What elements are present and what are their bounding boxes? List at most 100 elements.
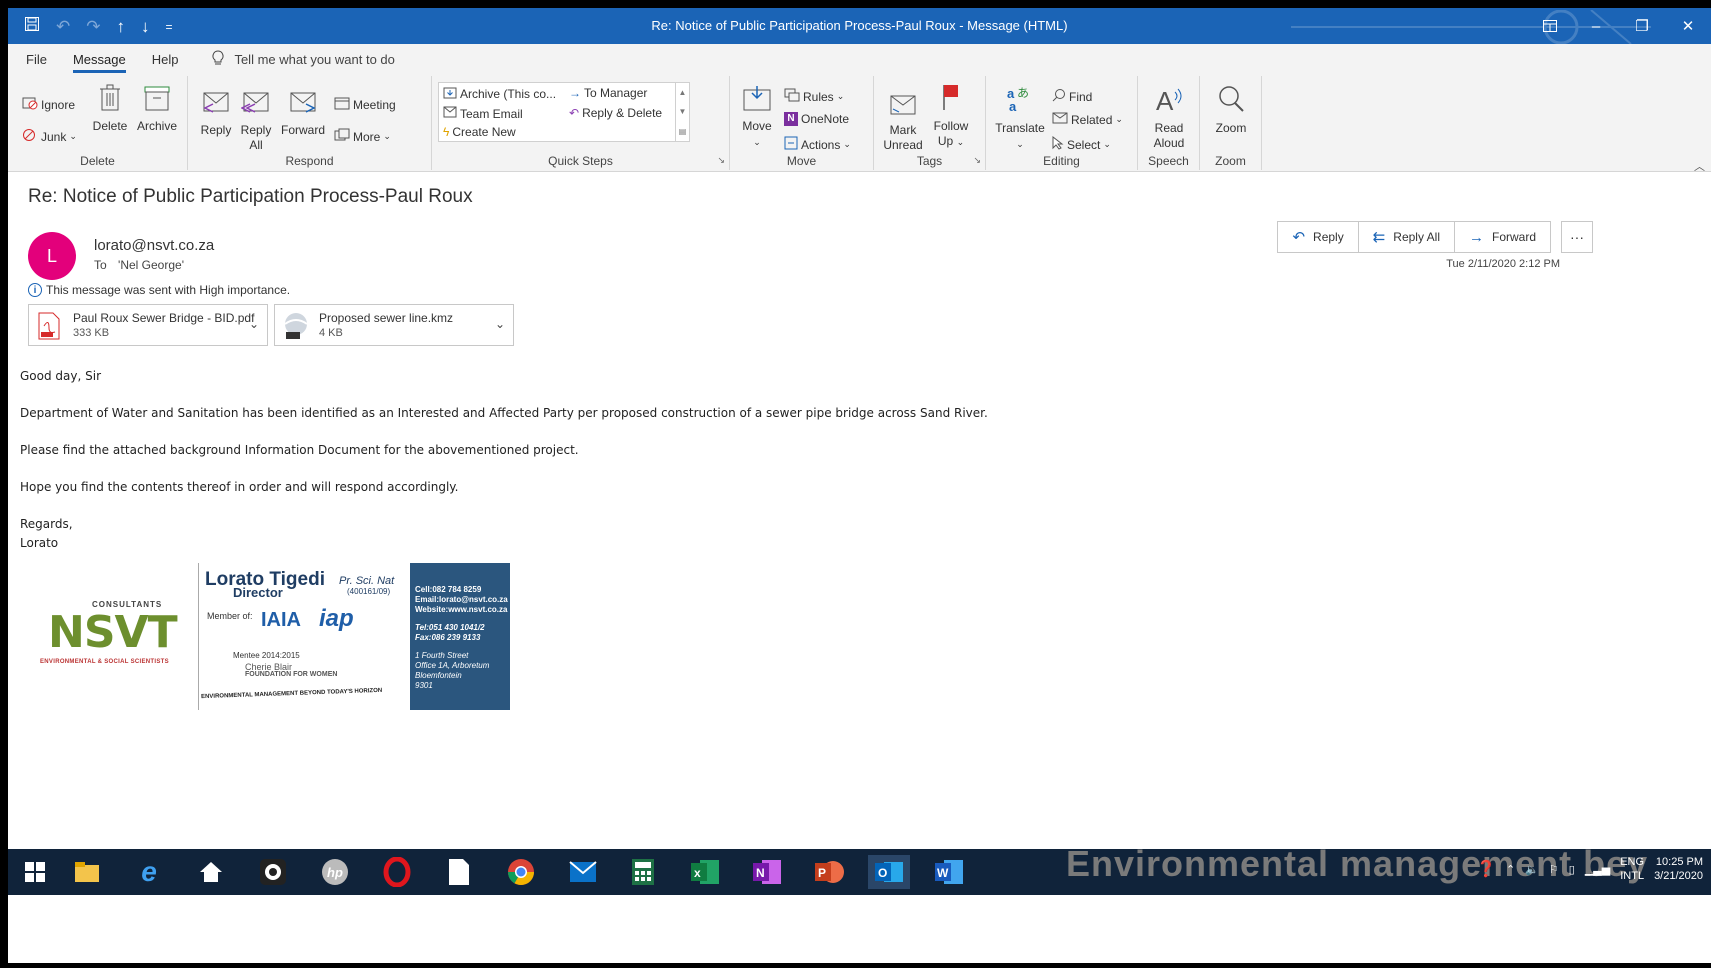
clock-date: 3/21/2020 xyxy=(1654,870,1703,882)
tab-help[interactable]: Help xyxy=(152,48,179,71)
chevron-up-icon[interactable]: ⌃ xyxy=(1506,863,1515,876)
more-actions-button[interactable]: ··· xyxy=(1561,221,1593,253)
junk-button[interactable]: Junk ⌄ xyxy=(22,128,77,145)
contact-website[interactable]: Website:www.nsvt.co.za xyxy=(415,605,507,615)
company-logo-panel: CONSULTANTS NSVT ENVIRONMENTAL & SOCIAL … xyxy=(20,563,196,710)
chevron-down-icon: ⌄ xyxy=(1103,139,1111,149)
select-label: Select xyxy=(1067,137,1101,152)
onenote-button[interactable]: N OneNote xyxy=(784,112,849,126)
internet-explorer-icon[interactable]: e xyxy=(132,855,166,889)
chrome-icon[interactable] xyxy=(504,855,538,889)
ribbon-display-icon[interactable] xyxy=(1527,8,1573,44)
dialog-launcher-icon[interactable]: ↘ xyxy=(973,155,981,166)
move-button[interactable]: Move ⌄ xyxy=(740,84,774,150)
tab-message[interactable]: Message xyxy=(72,48,126,73)
reply-inline-label: Reply xyxy=(1313,230,1344,244)
quick-step-reply-delete[interactable]: ↶ Reply & Delete xyxy=(569,106,662,120)
foundation-name-2: FOUNDATION FOR WOMEN xyxy=(245,671,338,678)
quick-step-to-manager[interactable]: → To Manager xyxy=(569,86,647,100)
onenote-icon[interactable]: N xyxy=(750,855,784,889)
quick-steps-scroll[interactable]: ▲ ▼ ▤ xyxy=(675,83,689,141)
actions-button[interactable]: Actions ⌄ xyxy=(784,136,851,153)
volume-icon[interactable]: 🔈 xyxy=(1525,863,1539,876)
quick-step-team-email[interactable]: Team Email xyxy=(443,106,523,121)
language-indicator[interactable]: ENG INTL xyxy=(1620,855,1644,883)
chevron-down-icon[interactable]: ⌄ xyxy=(249,317,259,331)
reply-all-button-inline[interactable]: ⇇ Reply All xyxy=(1359,222,1455,252)
select-button[interactable]: Select ⌄ xyxy=(1052,135,1111,153)
clock[interactable]: 10:25 PM 3/21/2020 xyxy=(1654,855,1703,883)
chevron-down-icon[interactable]: ⌄ xyxy=(495,317,505,331)
quick-step-archive[interactable]: Archive (This co... xyxy=(443,86,556,102)
mail-icon[interactable] xyxy=(566,855,600,889)
dialog-launcher-icon[interactable]: ↘ xyxy=(717,155,725,166)
expand-gallery-icon[interactable]: ▤ xyxy=(679,127,687,136)
word-icon[interactable]: W xyxy=(932,855,966,889)
reply-arrow-icon: ↶ xyxy=(1292,229,1306,246)
mark-unread-label-1: Mark xyxy=(889,123,917,137)
meeting-button[interactable]: Meeting xyxy=(334,96,396,113)
read-aloud-button[interactable]: A Read Aloud xyxy=(1144,84,1194,151)
read-aloud-icon: A xyxy=(1144,84,1194,121)
flag-icon[interactable]: ⚐ xyxy=(1549,863,1559,876)
outlook-icon[interactable]: O xyxy=(868,855,910,889)
battery-icon[interactable]: ▯ xyxy=(1569,863,1575,876)
signal-icon[interactable]: ▁▃▅ xyxy=(1585,863,1610,876)
reply-button-inline[interactable]: ↶ Reply xyxy=(1278,222,1359,252)
trash-icon xyxy=(92,84,128,119)
calculator-icon[interactable] xyxy=(626,855,660,889)
reply-button[interactable]: Reply xyxy=(198,90,234,138)
tell-me-box[interactable]: Tell me what you want to do xyxy=(212,49,395,69)
reply-all-inline-label: Reply All xyxy=(1393,230,1440,244)
forward-button[interactable]: Forward xyxy=(280,90,326,138)
webcam-icon[interactable] xyxy=(256,855,290,889)
collapse-ribbon-icon[interactable]: ︿ xyxy=(1694,158,1705,174)
quick-step-create-new-label: Create New xyxy=(452,125,516,139)
archive-button[interactable]: Archive xyxy=(134,84,180,134)
move-group: Move ⌄ Rules ⌄ N OneNote Actions ⌄ Move xyxy=(730,76,874,170)
home-icon[interactable] xyxy=(194,855,228,889)
tab-file[interactable]: File xyxy=(26,48,47,71)
excel-icon[interactable]: x xyxy=(688,855,722,889)
find-button[interactable]: Find xyxy=(1052,88,1092,105)
file-explorer-icon[interactable] xyxy=(70,855,104,889)
contact-email[interactable]: Email:lorato@nsvt.co.za xyxy=(415,595,508,605)
reply-icon xyxy=(198,90,234,123)
chevron-down-icon: ⌄ xyxy=(383,131,391,141)
opera-icon[interactable] xyxy=(380,855,414,889)
mark-unread-button[interactable]: Mark Unread xyxy=(880,90,926,153)
close-icon[interactable]: ✕ xyxy=(1665,8,1711,44)
more-respond-button[interactable]: More ⌄ xyxy=(334,128,391,145)
to-label: To xyxy=(94,258,107,272)
windows-start-icon[interactable] xyxy=(18,855,52,889)
recipient-name[interactable]: 'Nel George' xyxy=(118,258,184,272)
related-button[interactable]: Related ⌄ xyxy=(1052,112,1123,127)
sender-email[interactable]: lorato@nsvt.co.za xyxy=(94,237,214,254)
google-earth-icon xyxy=(283,312,308,340)
ignore-icon xyxy=(22,96,38,113)
powerpoint-icon[interactable]: P xyxy=(812,855,846,889)
minimize-icon[interactable]: – xyxy=(1573,8,1619,44)
scroll-down-icon[interactable]: ▼ xyxy=(679,107,687,116)
translate-button[interactable]: aあa Translate ⌄ xyxy=(992,84,1048,152)
rules-button[interactable]: Rules ⌄ xyxy=(784,88,844,105)
avatar[interactable]: L xyxy=(28,232,76,280)
language-primary: ENG xyxy=(1620,856,1645,868)
delete-button[interactable]: Delete xyxy=(92,84,128,134)
right-arrow-icon: → xyxy=(569,86,581,100)
notepad-icon[interactable] xyxy=(442,855,476,889)
chevron-down-icon: ⌄ xyxy=(843,139,851,149)
forward-button-inline[interactable]: → Forward xyxy=(1455,222,1550,252)
help-icon[interactable]: ❓ xyxy=(1476,859,1496,879)
ignore-button[interactable]: Ignore xyxy=(22,96,75,113)
move-folder-icon xyxy=(740,84,774,119)
restore-icon[interactable]: ❐ xyxy=(1619,8,1665,44)
attachment-pdf[interactable]: Paul Roux Sewer Bridge - BID.pdf 333 KB … xyxy=(28,304,268,346)
scroll-up-icon[interactable]: ▲ xyxy=(679,88,687,97)
follow-up-button[interactable]: Follow Up ⌄ xyxy=(928,82,974,150)
hp-icon[interactable]: hp xyxy=(318,855,352,889)
zoom-button[interactable]: Zoom xyxy=(1206,84,1256,136)
attachment-kmz[interactable]: Proposed sewer line.kmz 4 KB ⌄ xyxy=(274,304,514,346)
quick-step-create-new[interactable]: ϟ Create New xyxy=(443,125,516,139)
reply-all-button[interactable]: Reply All xyxy=(238,90,274,153)
